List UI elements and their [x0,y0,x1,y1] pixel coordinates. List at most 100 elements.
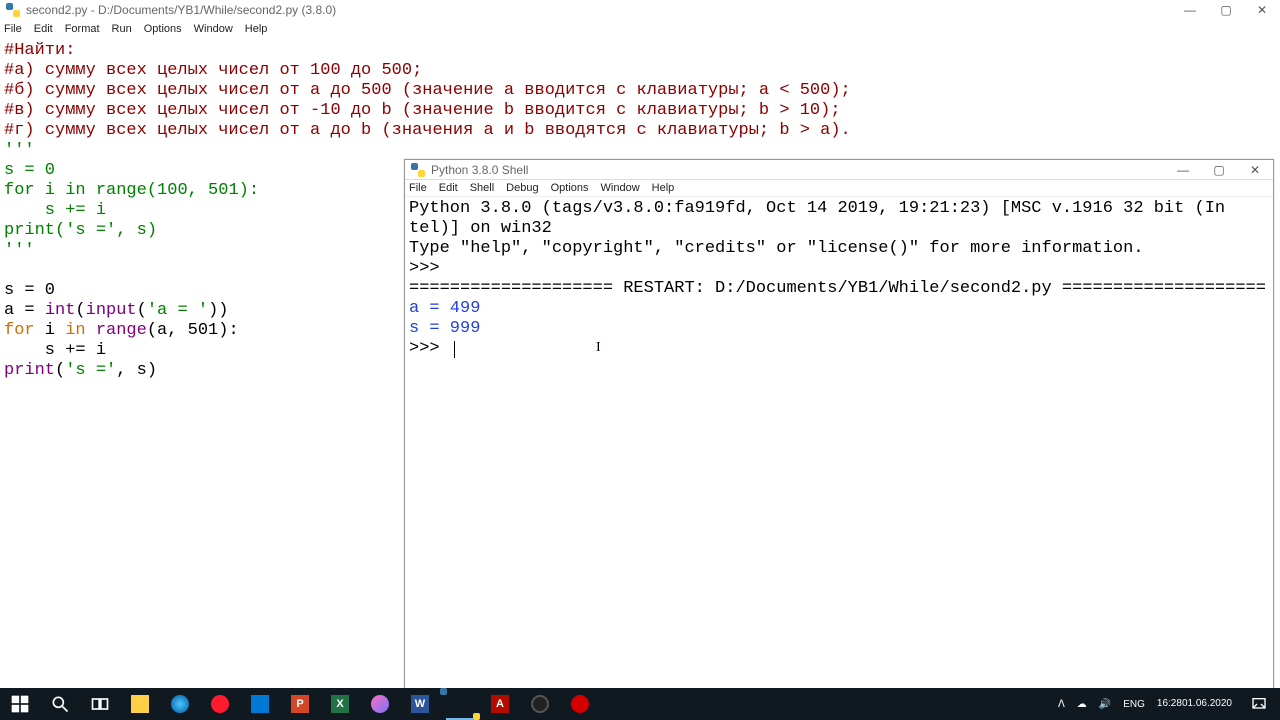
mail-icon [251,695,269,713]
code-line: #б) сумму всех целых чисел от a до 500 (… [4,81,851,100]
code-token: ( [75,301,85,320]
powerpoint-button[interactable]: P [280,688,320,720]
mail-button[interactable] [240,688,280,720]
tray-chevron[interactable]: ᐱ [1052,688,1071,720]
code-token: for [4,321,35,340]
code-line: #а) сумму всех целых чисел от 100 до 500… [4,61,422,80]
code-token: input [86,301,137,320]
menu-options[interactable]: Options [144,23,182,35]
obs-button[interactable] [520,688,560,720]
tray-date: 01.06.2020 [1182,698,1232,710]
editor-close-button[interactable]: ✕ [1244,0,1280,20]
tray-language[interactable]: ENG [1117,688,1151,720]
text-cursor-icon [454,341,455,358]
shell-menubar: File Edit Shell Debug Options Window Hel… [405,180,1273,197]
menu-help[interactable]: Help [245,23,268,35]
code-token: i [35,181,66,200]
menu-file[interactable]: File [4,23,22,35]
file-explorer-button[interactable] [120,688,160,720]
shell-line: Type "help", "copyright", "credits" or "… [409,239,1144,258]
tray-time: 16:28 [1157,698,1182,710]
shell-maximize-button[interactable]: ▢ [1201,160,1237,180]
code-line: ''' [4,241,35,260]
code-line: s = 0 [4,281,55,300]
code-token: print [4,221,55,240]
excel-button[interactable]: X [320,688,360,720]
menu-format[interactable]: Format [65,23,100,35]
code-token: print [4,361,55,380]
code-line: #Найти: [4,41,75,60]
code-token: i [35,321,66,340]
pdf-reader-button[interactable]: A [480,688,520,720]
notification-icon [1251,696,1267,712]
code-line: ''' [4,141,35,160]
pdf-icon: A [491,695,509,713]
browser-button[interactable] [160,688,200,720]
code-token [86,181,96,200]
obs-icon [531,695,549,713]
shell-output[interactable]: Python 3.8.0 (tags/v3.8.0:fa919fd, Oct 1… [405,197,1273,361]
tray-clock[interactable]: 16:28 01.06.2020 [1151,688,1238,720]
paint-button[interactable] [360,688,400,720]
shell-menu-file[interactable]: File [409,182,427,194]
opera-button[interactable] [200,688,240,720]
shell-window-controls: — ▢ ✕ [1165,160,1273,180]
editor-menubar: File Edit Format Run Options Window Help [0,20,1280,37]
taskbar: P X W A ᐱ ☁ 🔊 ENG 16:28 01.06.2020 [0,688,1280,720]
start-button[interactable] [0,688,40,720]
shell-menu-help[interactable]: Help [652,182,675,194]
code-token: ( [137,301,147,320]
search-icon [50,694,70,714]
shell-menu-debug[interactable]: Debug [506,182,538,194]
shell-menu-window[interactable]: Window [601,182,640,194]
opera-icon [211,695,229,713]
code-token: )) [208,301,228,320]
folder-icon [131,695,149,713]
python-idle-button[interactable] [440,688,480,720]
ibeam-cursor-icon: I [596,340,601,356]
code-line: #в) сумму всех целых чисел от -10 до b (… [4,101,841,120]
code-token: (100, 501): [147,181,259,200]
shell-line: tel)] on win32 [409,219,552,238]
code-token: ( [55,361,65,380]
shell-line: Python 3.8.0 (tags/v3.8.0:fa919fd, Oct 1… [409,199,1225,218]
python-shell-icon [411,163,425,177]
shell-line: ==================== RESTART: D:/Documen… [409,279,1266,298]
shell-prompt: >>> [409,339,450,358]
editor-maximize-button[interactable]: ▢ [1208,0,1244,20]
code-line: s += i [4,201,106,220]
shell-close-button[interactable]: ✕ [1237,160,1273,180]
shell-minimize-button[interactable]: — [1165,160,1201,180]
editor-window-controls: — ▢ ✕ [1172,0,1280,20]
menu-run[interactable]: Run [112,23,132,35]
code-token: ( [55,221,65,240]
code-token: in [65,181,85,200]
editor-titlebar[interactable]: second2.py - D:/Documents/YB1/While/seco… [0,0,1280,20]
python-file-icon [6,3,20,17]
search-button[interactable] [40,688,80,720]
shell-menu-edit[interactable]: Edit [439,182,458,194]
code-token: for [4,181,35,200]
code-token [86,321,96,340]
record-indicator-button[interactable] [560,688,600,720]
editor-title: second2.py - D:/Documents/YB1/While/seco… [26,3,336,17]
shell-menu-shell[interactable]: Shell [470,182,494,194]
code-token: , s) [116,361,157,380]
task-view-icon [90,694,110,714]
notifications-button[interactable] [1238,688,1280,720]
menu-window[interactable]: Window [194,23,233,35]
shell-line: s = 999 [409,319,480,338]
editor-minimize-button[interactable]: — [1172,0,1208,20]
code-line: s = 0 [4,161,55,180]
tray-volume[interactable]: 🔊 [1093,688,1117,720]
windows-logo-icon [10,694,30,714]
shell-menu-options[interactable]: Options [551,182,589,194]
shell-titlebar[interactable]: Python 3.8.0 Shell — ▢ ✕ [405,160,1273,180]
code-token: a = [4,301,45,320]
task-view-button[interactable] [80,688,120,720]
code-line: #г) сумму всех целых чисел от a до b (зн… [4,121,851,140]
menu-edit[interactable]: Edit [34,23,53,35]
code-token: range [96,321,147,340]
word-button[interactable]: W [400,688,440,720]
tray-onedrive[interactable]: ☁ [1071,688,1093,720]
